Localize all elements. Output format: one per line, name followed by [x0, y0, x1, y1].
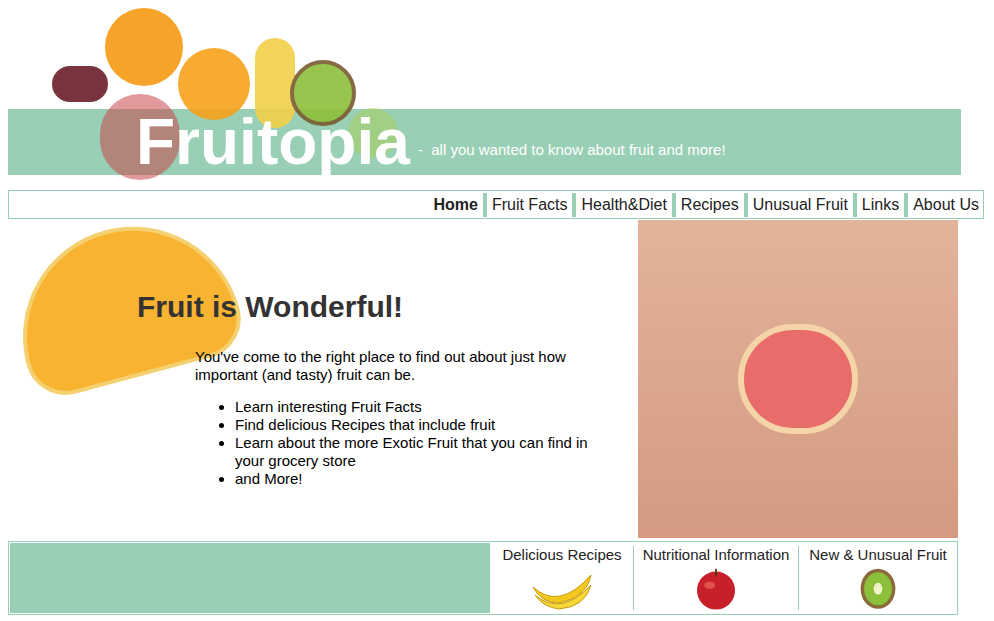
- nav-item[interactable]: Links: [853, 193, 899, 217]
- nav-item[interactable]: Health&Diet: [572, 193, 666, 217]
- feature-item: and More!: [235, 470, 620, 488]
- main-heading: Fruit is Wonderful!: [0, 220, 638, 326]
- banana-icon: [529, 567, 595, 611]
- feature-item: Learn interesting Fruit Facts: [235, 398, 620, 416]
- nav-item[interactable]: Recipes: [672, 193, 739, 217]
- content: Fruit is Wonderful! You've come to the ri…: [0, 220, 638, 540]
- footer-link[interactable]: Nutritional Information: [633, 546, 798, 610]
- grapefruit-image: [738, 324, 858, 434]
- header: Fruitopia - all you wanted to know about…: [0, 0, 994, 175]
- intro-text: You've come to the right place to find o…: [195, 348, 620, 384]
- page: Fruitopia - all you wanted to know about…: [0, 0, 994, 621]
- footer-link[interactable]: New & Unusual Fruit: [798, 546, 957, 610]
- feature-item: Learn about the more Exotic Fruit that y…: [235, 434, 620, 470]
- site-title: Fruitopia: [136, 110, 410, 174]
- orange-icon: [105, 8, 183, 86]
- feature-item: Find delicious Recipes that include frui…: [235, 416, 620, 434]
- footer: Delicious RecipesNutritional Information…: [8, 541, 958, 615]
- nav-item[interactable]: About Us: [904, 193, 979, 217]
- nav-item[interactable]: Fruit Facts: [483, 193, 568, 217]
- nav-bar: HomeFruit FactsHealth&DietRecipesUnusual…: [8, 190, 984, 219]
- nav-item[interactable]: Unusual Fruit: [744, 193, 848, 217]
- footer-link[interactable]: Delicious Recipes: [491, 542, 633, 614]
- feature-list: Learn interesting Fruit FactsFind delici…: [195, 398, 620, 488]
- kiwi-icon: [855, 567, 901, 611]
- woman-grapefruit-photo: [638, 220, 958, 538]
- main: Fruit is Wonderful! You've come to the ri…: [0, 220, 994, 540]
- grapes-icon: [52, 66, 108, 102]
- footer-band: [10, 543, 490, 613]
- apple-icon: [691, 567, 741, 611]
- site-tagline: - all you wanted to know about fruit and…: [414, 139, 726, 162]
- title-band: Fruitopia - all you wanted to know about…: [8, 109, 961, 175]
- nav-item[interactable]: Home: [433, 193, 477, 217]
